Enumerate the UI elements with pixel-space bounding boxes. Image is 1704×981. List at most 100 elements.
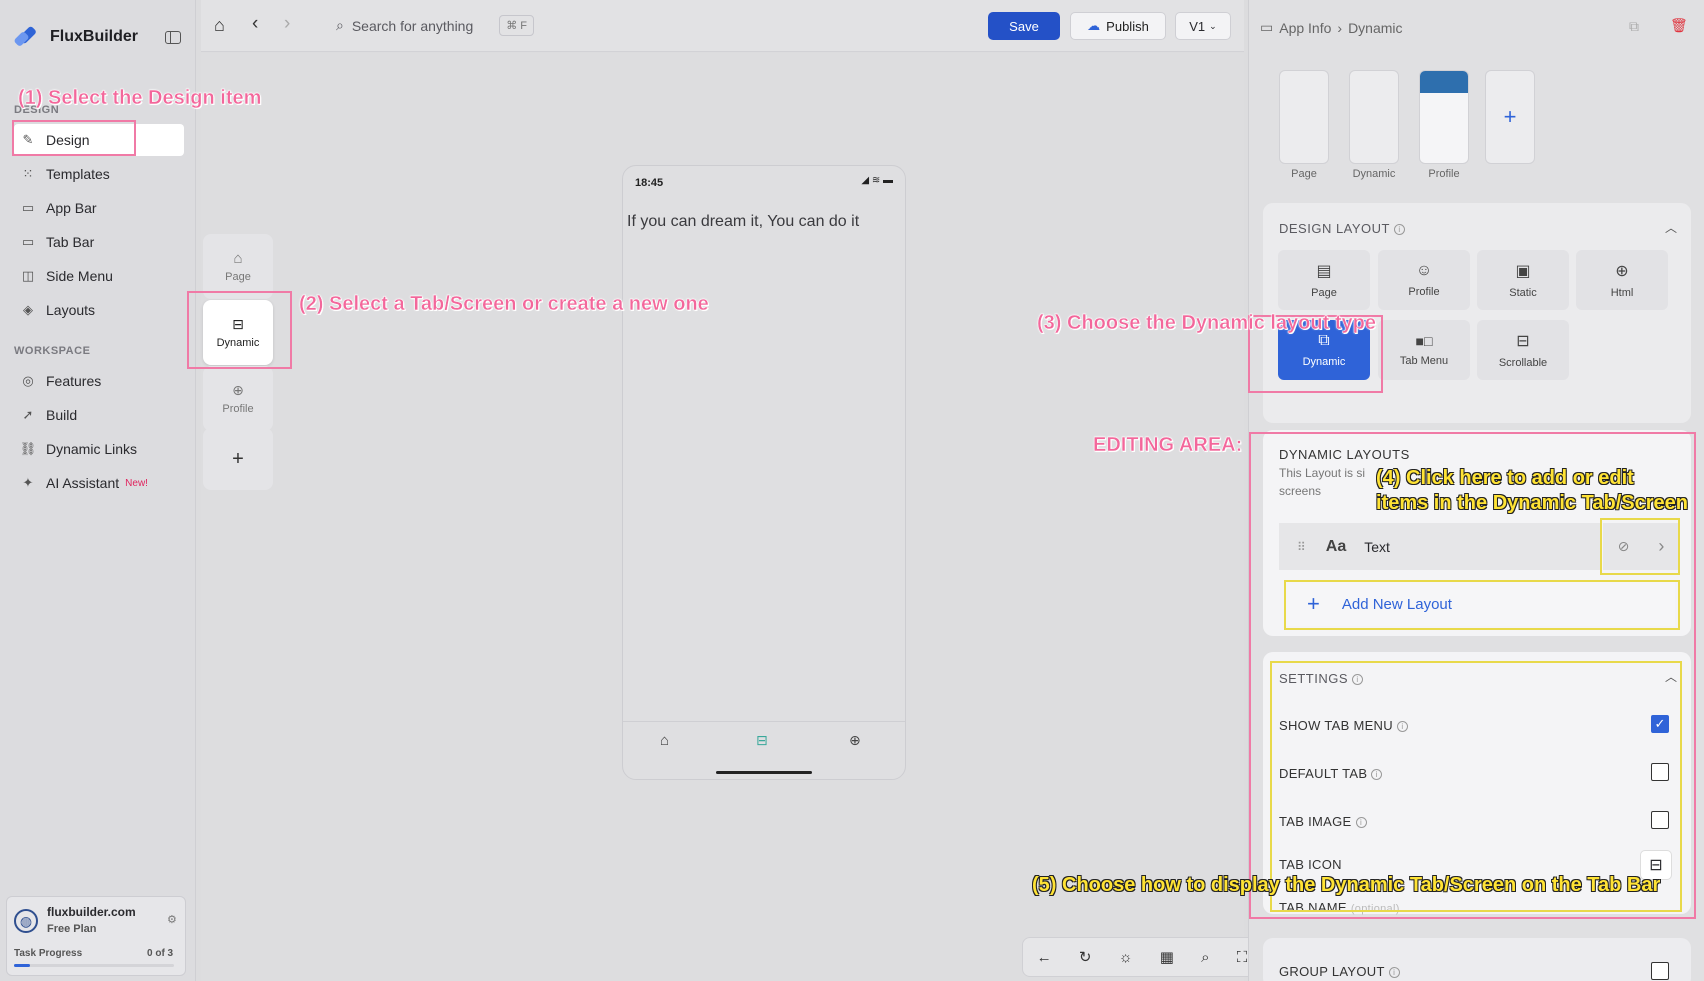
sidebar-item-label: AI Assistant: [46, 475, 120, 491]
sidebar-item-templates[interactable]: ⁙ Templates: [14, 158, 184, 190]
link-icon: ⛓: [19, 441, 37, 456]
breadcrumb-item: Dynamic: [1348, 19, 1403, 36]
canvas-toolbar: ← ↻ ☼ ▦ ⌕ ⛶: [1022, 937, 1262, 977]
annotation-step-4-line-1: (4) Click here to add or edit: [1376, 467, 1634, 489]
layout-html[interactable]: ⊕ Html: [1576, 250, 1668, 310]
sidebar-item-label: App Bar: [46, 200, 97, 216]
publish-button[interactable]: ☁ Publish: [1070, 12, 1166, 40]
setting-label: GROUP LAYOUT: [1279, 964, 1385, 979]
chevron-right-icon: ›: [1337, 19, 1343, 36]
thumb-profile[interactable]: [1419, 70, 1469, 164]
brightness-icon[interactable]: ☼: [1119, 949, 1133, 966]
layout-scrollable[interactable]: ⊟ Scrollable: [1477, 320, 1569, 380]
layout-label: Profile: [1408, 286, 1440, 298]
annotation-box-dynamic-tab: [187, 291, 292, 369]
layout-label: Static: [1509, 287, 1537, 299]
app-logo-row: FluxBuilder: [13, 24, 138, 50]
search-shortcut: ⌘ F: [499, 15, 535, 36]
version-dropdown[interactable]: V1 ⌄: [1175, 12, 1231, 40]
task-progress-label: Task Progress: [14, 948, 83, 959]
sidebar-item-layouts[interactable]: ◈ Layouts: [14, 294, 184, 326]
sidebar-collapse-icon[interactable]: [165, 31, 181, 44]
group-layout-checkbox[interactable]: [1651, 962, 1669, 980]
layout-label: Tab Menu: [1399, 355, 1449, 367]
zoom-icon[interactable]: ⌕: [1201, 949, 1209, 966]
layout-static[interactable]: ▣ Static: [1477, 250, 1569, 310]
sidebar-item-label: Features: [46, 373, 102, 389]
annotation-box-design: [12, 120, 136, 156]
sidemenu-icon: ◫: [21, 268, 35, 283]
search-box[interactable]: ⌕ Search for anything ⌘ F: [336, 15, 535, 36]
layout-page[interactable]: ▤ Page: [1278, 250, 1370, 310]
tab-profile[interactable]: ⊕ Profile: [203, 366, 273, 431]
trash-icon[interactable]: 🗑: [1670, 17, 1688, 34]
task-progress-fill: [14, 964, 30, 967]
refresh-icon[interactable]: ↻: [1079, 948, 1092, 966]
plus-icon: +: [232, 447, 244, 470]
new-badge: New!: [125, 477, 148, 489]
thumb-dynamic[interactable]: [1349, 70, 1399, 164]
info-icon[interactable]: i: [1388, 967, 1400, 978]
annotation-step-3: (3) Choose the Dynamic layout type: [1037, 312, 1376, 334]
sidebar-item-label: Dynamic Links: [46, 441, 138, 457]
phone-tab-bar: ⌂ ⊟ ⊕: [623, 721, 905, 761]
annotation-step-5: (5) Choose how to display the Dynamic Ta…: [1032, 874, 1661, 896]
table-icon[interactable]: ▦: [1160, 948, 1174, 966]
stack-icon[interactable]: ⊟: [756, 732, 768, 749]
back-chevron-icon[interactable]: ‹: [252, 13, 258, 35]
chevron-up-icon[interactable]: ︿: [1665, 219, 1677, 236]
forward-chevron-icon[interactable]: ›: [284, 13, 290, 35]
appbar-icon: ▭: [21, 200, 35, 215]
sidebar-item-tab-bar[interactable]: ▭ Tab Bar: [14, 226, 184, 258]
info-icon[interactable]: i: [1394, 224, 1406, 235]
cloud-upload-icon: ☁: [1087, 18, 1101, 33]
fullscreen-icon[interactable]: ⛶: [1237, 949, 1248, 966]
user-icon: ☺: [1415, 262, 1433, 279]
annotation-step-4-line-2: items in the Dynamic Tab/Screen: [1376, 492, 1688, 514]
sidebar-item-dynamic-links[interactable]: ⛓ Dynamic Links: [14, 433, 184, 465]
sidebar-item-label: Tab Bar: [46, 234, 95, 250]
tab-menu-icon: ■□: [1415, 333, 1433, 349]
globe-icon: ⊕: [1615, 263, 1629, 280]
home-icon[interactable]: ⌂: [660, 732, 669, 749]
phone-time: 18:45: [635, 177, 664, 189]
sidebar-item-side-menu[interactable]: ◫ Side Menu: [14, 260, 184, 292]
arrow-left-icon[interactable]: ←: [1037, 949, 1052, 966]
duplicate-icon[interactable]: ⧉: [1629, 18, 1639, 35]
sidebar-item-label: Layouts: [46, 302, 96, 318]
scroll-stack-icon: ⊟: [1516, 333, 1530, 350]
home-icon[interactable]: ⌂: [214, 15, 225, 36]
add-screen-button[interactable]: +: [1485, 70, 1535, 164]
add-tab-button[interactable]: +: [203, 428, 273, 490]
plan-settings-gear-icon[interactable]: ⚙: [167, 913, 177, 926]
breadcrumb-item[interactable]: App Info: [1279, 20, 1331, 36]
sidebar-item-app-bar[interactable]: ▭ App Bar: [14, 192, 184, 224]
sidebar-item-features[interactable]: ◎ Features: [14, 365, 184, 397]
save-button[interactable]: Save: [988, 12, 1060, 40]
profile-icon[interactable]: ⊕: [849, 732, 861, 749]
layout-profile[interactable]: ☺ Profile: [1378, 250, 1470, 310]
search-icon: ⌕: [336, 17, 344, 33]
sidebar-item-label: Side Menu: [46, 268, 113, 284]
tabbar-icon: ▭: [21, 234, 35, 249]
annotation-editing-area: EDITING AREA:: [1093, 434, 1243, 456]
sidebar-item-label: Templates: [46, 166, 110, 182]
layers-icon: ◈: [23, 302, 33, 317]
layout-tab-menu[interactable]: ■□ Tab Menu: [1378, 320, 1470, 380]
phone-text[interactable]: If you can dream it, You can do it: [627, 213, 859, 231]
sparkle-icon: ✦: [22, 475, 34, 490]
plan-card[interactable]: ◍ fluxbuilder.com Free Plan ⚙ Task Progr…: [6, 896, 186, 976]
document-icon: ▤: [1316, 263, 1332, 280]
home-icon: ⌂: [233, 250, 243, 267]
plan-site: fluxbuilder.com: [47, 905, 136, 919]
annotation-step-2: (2) Select a Tab/Screen or create a new …: [299, 293, 709, 315]
app-info-icon: ▭: [1260, 19, 1274, 35]
sidebar-item-build[interactable]: ➚ Build: [14, 399, 184, 431]
sidebar-item-ai-assistant[interactable]: ✦ AI Assistant New!: [14, 467, 184, 499]
thumb-header: [1420, 71, 1468, 93]
plan-name: Free Plan: [47, 923, 97, 935]
thumb-page[interactable]: [1279, 70, 1329, 164]
profile-icon: ⊕: [232, 382, 244, 398]
tab-page[interactable]: ⌂ Page: [203, 234, 273, 299]
thumb-label: Page: [1291, 168, 1317, 180]
